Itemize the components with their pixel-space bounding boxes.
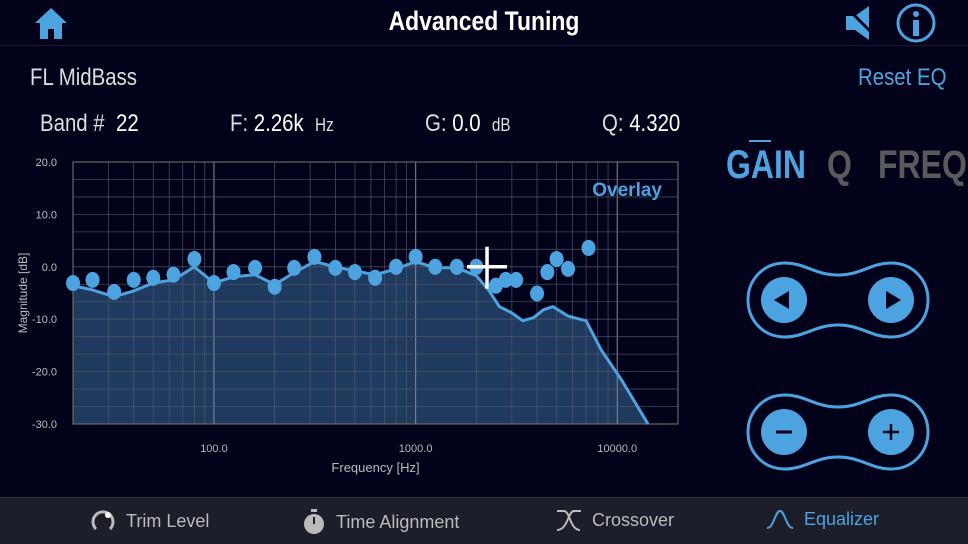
y-tick-label: 10.0 xyxy=(36,209,57,221)
band-point[interactable] xyxy=(408,248,423,265)
x-tick-label: 100.0 xyxy=(200,443,228,455)
decrease-button[interactable] xyxy=(761,409,807,455)
band-point[interactable] xyxy=(561,260,576,277)
band-point[interactable] xyxy=(307,248,322,265)
bottom-nav: Trim Level Time Alignment Crossover Equa… xyxy=(0,497,968,544)
page-title: Advanced Tuning xyxy=(388,6,580,36)
band-point[interactable] xyxy=(126,271,141,288)
nav-time-alignment[interactable]: Time Alignment xyxy=(302,508,459,536)
band-point[interactable] xyxy=(187,250,202,267)
trim-knob-icon xyxy=(91,510,115,531)
nav-equalizer[interactable]: Equalizer xyxy=(766,508,879,530)
home-icon[interactable] xyxy=(34,6,68,40)
y-axis-label: Magnitude [dB] xyxy=(16,253,30,334)
band-number-value: 22 xyxy=(116,110,139,137)
eq-chart[interactable]: 20.0 10.0 0.0 -10.0 -20.0 -30.0 100.0 1000.0 100… xyxy=(0,150,700,480)
info-icon[interactable] xyxy=(895,2,937,44)
mode-q-tab[interactable]: Q xyxy=(827,143,852,188)
q-readout: Q: 4.320 xyxy=(602,110,681,137)
frequency-readout: F: 2.26k Hz xyxy=(230,110,334,137)
value-adjust-control xyxy=(746,393,930,471)
band-point[interactable] xyxy=(206,275,221,292)
y-tick-label: 0.0 xyxy=(42,262,57,274)
nav-crossover[interactable]: Crossover xyxy=(556,508,674,532)
y-tick-label: -10.0 xyxy=(32,314,57,326)
crossover-icon xyxy=(556,510,581,531)
band-point[interactable] xyxy=(248,259,263,276)
band-point[interactable] xyxy=(389,258,404,275)
speaker-mute-icon[interactable] xyxy=(843,4,879,42)
gain-mode-indicator xyxy=(749,140,771,142)
band-point[interactable] xyxy=(509,271,524,288)
band-point[interactable] xyxy=(226,264,241,281)
band-point[interactable] xyxy=(347,264,362,281)
y-tick-label: -30.0 xyxy=(32,419,57,431)
band-point[interactable] xyxy=(66,275,80,292)
minus-icon xyxy=(776,430,792,434)
band-point[interactable] xyxy=(166,266,181,283)
reset-eq-button[interactable]: Reset EQ xyxy=(858,64,946,92)
band-point[interactable] xyxy=(85,271,100,288)
band-point[interactable] xyxy=(449,258,464,275)
band-point[interactable] xyxy=(540,264,555,281)
response-fill xyxy=(73,261,649,424)
band-point[interactable] xyxy=(549,250,564,267)
mode-freq-tab[interactable]: FREQ xyxy=(878,143,967,188)
x-axis-label: Frequency [Hz] xyxy=(331,460,419,475)
band-point[interactable] xyxy=(328,259,343,276)
channel-name: FL MidBass xyxy=(30,64,137,91)
band-point[interactable] xyxy=(267,278,282,295)
mode-gain-tab[interactable]: GAIN xyxy=(726,143,806,188)
gain-readout: G: 0.0 dB xyxy=(425,110,511,137)
band-select-control xyxy=(746,261,930,339)
band-point[interactable] xyxy=(428,258,443,275)
band-point[interactable] xyxy=(581,239,596,256)
band-point[interactable] xyxy=(530,285,545,302)
stopwatch-icon xyxy=(304,509,324,534)
overlay-toggle[interactable]: Overlay xyxy=(592,180,662,201)
band-point[interactable] xyxy=(287,259,302,276)
equalizer-icon xyxy=(766,509,794,529)
nav-trim-level[interactable]: Trim Level xyxy=(90,508,209,534)
band-point[interactable] xyxy=(107,283,122,300)
increase-button[interactable] xyxy=(868,409,914,455)
y-tick-label: 20.0 xyxy=(36,157,57,169)
x-tick-label: 1000.0 xyxy=(399,443,433,455)
band-number-label: Band # 22 xyxy=(40,110,139,137)
x-tick-label: 10000.0 xyxy=(597,443,637,455)
previous-band-button[interactable] xyxy=(761,277,807,323)
next-band-button[interactable] xyxy=(868,277,914,323)
top-bar: Advanced Tuning xyxy=(0,0,968,46)
band-point[interactable] xyxy=(146,269,161,286)
y-tick-label: -20.0 xyxy=(32,367,57,379)
band-point[interactable] xyxy=(368,269,383,286)
